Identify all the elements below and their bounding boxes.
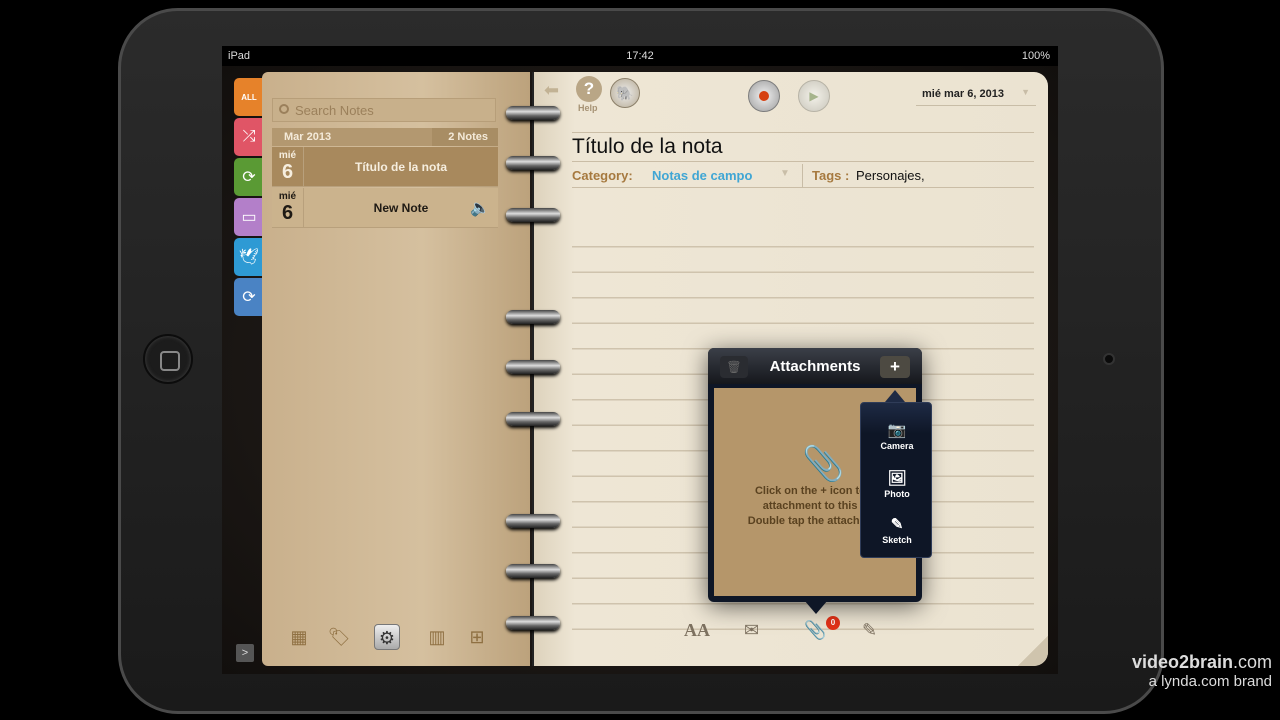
record-button[interactable] xyxy=(748,80,780,112)
note-title: Título de la nota xyxy=(355,160,447,174)
date-value: mié mar 6, 2013 xyxy=(922,88,1004,100)
speaker-icon: 🔈 xyxy=(470,200,490,217)
tag-icon[interactable]: 🏷 xyxy=(326,624,352,650)
monitor-icon: ▭ xyxy=(241,209,257,226)
chevron-down-icon[interactable]: ▼ xyxy=(780,168,790,179)
meta-row: Category: Notas de campo ▼ Tags : Person… xyxy=(572,164,1034,188)
search-icon xyxy=(279,104,289,114)
pencil-icon[interactable]: ✎ xyxy=(862,620,877,641)
expand-button[interactable]: > xyxy=(236,644,254,662)
evernote-icon[interactable]: 🐘 xyxy=(610,78,640,108)
tags-label: Tags : xyxy=(812,168,850,183)
camera-icon: 📷 xyxy=(887,422,907,439)
paperclip-icon: 📎 xyxy=(802,445,845,483)
tab-refresh[interactable]: ⟳ xyxy=(234,278,264,316)
tab-all-notes[interactable]: ALL xyxy=(234,78,264,116)
notes-count: 2 Notes xyxy=(432,128,498,146)
note-list-item[interactable]: mié 6 New Note 🔈 xyxy=(272,188,498,228)
binder-rings xyxy=(504,46,564,674)
chevron-down-icon: ▼ xyxy=(1021,87,1030,97)
home-button[interactable] xyxy=(143,334,193,384)
menu-item-label: Sketch xyxy=(882,535,912,545)
binder-ring xyxy=(506,156,560,170)
category-select[interactable]: Notas de campo xyxy=(652,168,752,183)
note-day: 6 xyxy=(281,202,294,224)
tab-bird[interactable]: 🕊 xyxy=(234,238,264,276)
date-picker[interactable]: mié mar 6, 2013 ▼ xyxy=(916,84,1036,106)
play-button[interactable]: ▶ xyxy=(798,80,830,112)
popover-header: 🗑 Attachments + xyxy=(708,348,922,384)
tab-display[interactable]: ▭ xyxy=(234,198,264,236)
add-attachment-button[interactable]: + xyxy=(880,356,910,378)
tab-sync[interactable]: ⟳ xyxy=(234,158,264,196)
note-title: New Note xyxy=(373,201,429,215)
menu-item-camera[interactable]: 📷 Camera xyxy=(861,421,933,451)
watermark: video2brain.com a lynda.com brand xyxy=(1132,652,1272,690)
category-tabs: ALL ⤮ ⟳ ▭ 🕊 ⟳ xyxy=(234,78,264,318)
month-label: Mar 2013 xyxy=(284,131,332,143)
menu-item-photo[interactable]: 🖼 Photo xyxy=(861,469,933,499)
note-date: mié 6 xyxy=(272,147,304,187)
watermark-tagline: a lynda.com brand xyxy=(1148,673,1272,690)
binder-ring xyxy=(506,564,560,578)
note-weekday: mié xyxy=(278,191,297,202)
note-list-item[interactable]: mié 6 Título de la nota xyxy=(272,147,498,187)
note-title-field[interactable]: Título de la nota xyxy=(572,132,1034,162)
bird-icon: 🕊 xyxy=(238,249,260,266)
month-header: Mar 2013 2 Notes xyxy=(272,128,498,146)
mail-icon[interactable]: ✉ xyxy=(744,620,759,641)
status-bar: iPad 17:42 100% xyxy=(222,46,1058,66)
binder-ring xyxy=(506,106,560,120)
add-note-icon[interactable]: ⊞ xyxy=(464,624,490,650)
note-date: mié 6 xyxy=(272,188,304,228)
note-toolbar: AA ✉ 📎 0 ✎ xyxy=(684,616,884,648)
font-size-icon[interactable]: AA xyxy=(684,620,710,641)
watermark-brand: video2brain.com xyxy=(1131,652,1272,672)
binder-ring xyxy=(506,360,560,374)
menu-item-label: Photo xyxy=(884,489,910,499)
battery-level: 100% xyxy=(1021,50,1050,62)
calendar-icon[interactable]: ▦ xyxy=(286,624,312,650)
note-day: 6 xyxy=(281,161,294,183)
calendar-all-icon: ALL xyxy=(241,92,257,102)
refresh-icon: ⟳ xyxy=(242,289,256,306)
left-toolbar: ▦ 🏷 ⚙ ▥ ⊞ xyxy=(274,624,494,654)
divider xyxy=(802,164,803,188)
menu-item-sketch[interactable]: ✎ Sketch xyxy=(861,515,933,545)
page-curl[interactable] xyxy=(1018,636,1048,666)
menu-arrow xyxy=(885,390,905,402)
menu-item-label: Camera xyxy=(880,441,914,451)
trash-icon[interactable]: ▥ xyxy=(424,624,450,650)
binder-ring xyxy=(506,514,560,528)
sync-icon: ⟳ xyxy=(242,169,256,186)
binder-ring xyxy=(506,616,560,630)
gear-icon[interactable]: ⚙ xyxy=(374,624,400,650)
category-label: Category: xyxy=(572,168,633,183)
binder-ring xyxy=(506,412,560,426)
binder-ring xyxy=(506,310,560,324)
search-placeholder: Search Notes xyxy=(295,103,374,118)
tags-field[interactable]: Personajes, xyxy=(856,168,925,183)
add-attachment-menu: 📷 Camera 🖼 Photo ✎ Sketch xyxy=(860,402,932,558)
photo-icon: 🖼 xyxy=(887,470,907,487)
help-button[interactable]: ? xyxy=(576,76,602,102)
clock: 17:42 xyxy=(626,50,654,62)
paperclip-icon[interactable]: 📎 xyxy=(804,620,826,641)
tab-shuffle[interactable]: ⤮ xyxy=(234,118,264,156)
help-label: Help xyxy=(578,103,598,113)
binder-ring xyxy=(506,208,560,222)
note-weekday: mié xyxy=(278,150,297,161)
search-input[interactable]: Search Notes xyxy=(272,98,496,122)
screen: iPad 17:42 100% ALL ⤮ ⟳ ▭ 🕊 ⟳ > Search N… xyxy=(222,46,1058,674)
popover-arrow xyxy=(804,600,828,614)
front-camera xyxy=(1103,353,1115,365)
attachment-count-badge: 0 xyxy=(826,616,840,630)
pencil-icon: ✎ xyxy=(890,516,904,533)
shuffle-icon: ⤮ xyxy=(242,128,256,145)
